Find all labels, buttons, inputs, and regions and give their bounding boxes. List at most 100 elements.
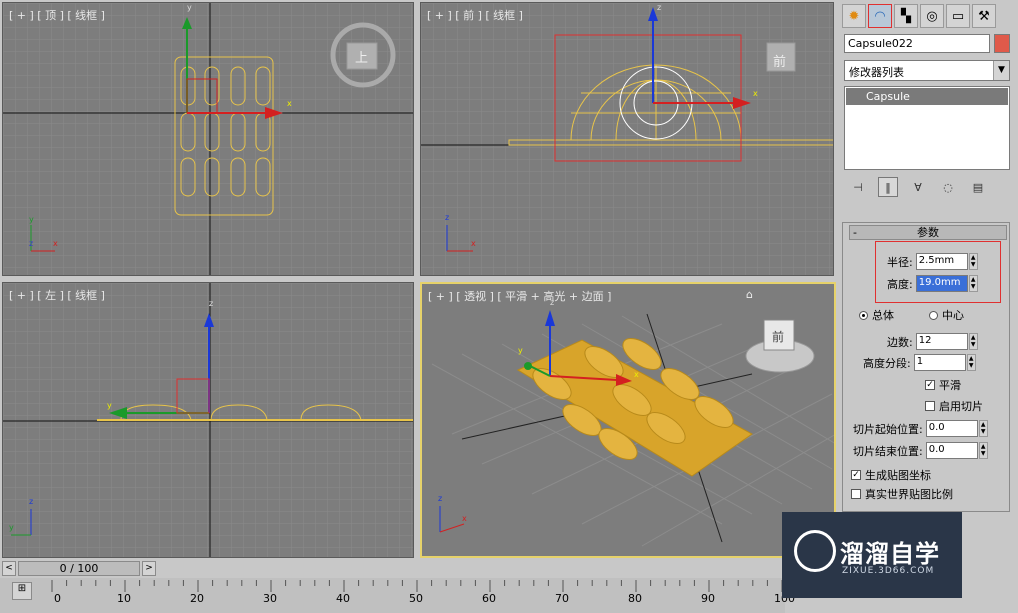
ruler-tick-label: 80 xyxy=(628,592,642,605)
height-spinner[interactable]: ▲ ▼ xyxy=(968,275,978,292)
highlight-box xyxy=(875,241,1001,303)
axis-label-x: x xyxy=(634,370,639,379)
viewport-label[interactable]: [ + ] [ 顶 ] [ 线框 ] xyxy=(9,7,105,23)
modifier-stack[interactable]: Capsule xyxy=(844,86,1010,170)
rollout-title: 参数 xyxy=(917,226,939,239)
center-label: 中心 xyxy=(942,309,964,322)
ruler-tick-label: 10 xyxy=(117,592,131,605)
ruler-tick-label: 0 xyxy=(54,592,61,605)
real-world-label: 真实世界贴图比例 xyxy=(865,488,953,501)
viewport-label[interactable]: [ + ] [ 左 ] [ 线框 ] xyxy=(9,287,105,303)
modify-icon[interactable]: ◠ xyxy=(868,4,892,28)
slice-to-row: 切片结束位置: 0.0 ▲ ▼ xyxy=(853,442,988,459)
pin-stack-icon[interactable]: ⊣ xyxy=(848,177,868,197)
viewport-front[interactable]: [ + ] [ 前 ] [ 线框 ] 前 z x z x xyxy=(420,2,834,276)
radio-center[interactable]: 中心 xyxy=(929,307,964,323)
time-slider[interactable]: < 0 / 100 > xyxy=(2,561,157,576)
viewcube-face[interactable]: 前 xyxy=(772,328,784,345)
stack-toolbar: ⊣ ‖ ∀ ◌ ▤ xyxy=(848,176,1010,198)
display-icon[interactable]: ▭ xyxy=(946,4,970,28)
radius-input[interactable]: 2.5mm xyxy=(915,253,968,270)
axis-label-z: z xyxy=(445,213,450,222)
configure-sets-icon[interactable]: ▤ xyxy=(968,177,988,197)
viewport-left[interactable]: [ + ] [ 左 ] [ 线框 ] z y z y xyxy=(2,282,414,558)
ruler-tick-label: 60 xyxy=(482,592,496,605)
remove-modifier-icon[interactable]: ◌ xyxy=(938,177,958,197)
radio-overall[interactable]: 总体 xyxy=(859,307,894,323)
height-segs-input[interactable]: 1 xyxy=(913,354,966,371)
track-bar[interactable]: ⊞ 0 10 20 30 40 50 60 70 80 90 100 xyxy=(0,578,795,613)
collapse-icon[interactable]: - xyxy=(853,226,857,239)
checkbox[interactable] xyxy=(851,489,861,499)
utilities-icon[interactable]: ⚒ xyxy=(972,4,996,28)
radius-spinner[interactable]: ▲ ▼ xyxy=(968,253,978,270)
height-segs-spinner[interactable]: ▲ ▼ xyxy=(966,354,976,371)
height-row: 高度: 19.0mm ▲ ▼ xyxy=(887,275,978,292)
axis-label-x: x xyxy=(753,89,758,98)
object-color-swatch[interactable] xyxy=(994,34,1010,53)
create-icon[interactable]: ✹ xyxy=(842,4,866,28)
slice-from-row: 切片起始位置: 0.0 ▲ ▼ xyxy=(853,420,988,437)
slice-from-spinner[interactable]: ▲ ▼ xyxy=(978,420,988,437)
checkbox[interactable]: ✓ xyxy=(925,380,935,390)
chevron-down-icon[interactable]: ▼ xyxy=(993,61,1009,80)
time-slider-thumb[interactable]: 0 / 100 xyxy=(18,561,140,576)
checkbox[interactable]: ✓ xyxy=(851,470,861,480)
make-unique-icon[interactable]: ∀ xyxy=(908,177,928,197)
axis-label-y: y xyxy=(9,523,14,532)
modifier-list-label: 修改器列表 xyxy=(849,66,904,79)
slice-to-label: 切片结束位置: xyxy=(853,444,923,458)
axis-label-z: z xyxy=(209,299,214,308)
axis-label-z: z xyxy=(438,494,443,503)
axis-label-z: z xyxy=(657,3,662,12)
height-input[interactable]: 19.0mm xyxy=(915,275,968,292)
sides-label: 边数: xyxy=(887,335,913,349)
axis-label-y: y xyxy=(107,401,112,410)
viewport-grid xyxy=(422,284,834,556)
ruler-tick-label: 20 xyxy=(190,592,204,605)
viewcube-face[interactable]: 上 xyxy=(355,47,368,66)
axis-label-z: z xyxy=(29,239,34,248)
overall-label: 总体 xyxy=(872,309,894,322)
viewport-perspective[interactable]: [ + ] [ 透视 ] [ 平滑 + 高光 + 边面 ] ⌂ 前 z y x … xyxy=(420,282,836,558)
checkbox[interactable] xyxy=(925,401,935,411)
watermark-url: ZIXUE.3D66.COM xyxy=(842,566,935,576)
slice-to-spinner[interactable]: ▲ ▼ xyxy=(978,442,988,459)
viewport-grid xyxy=(421,3,833,275)
slice-on-checkbox[interactable]: 启用切片 xyxy=(925,398,983,414)
ruler-tick-label: 90 xyxy=(701,592,715,605)
rollout-header[interactable]: - 参数 xyxy=(849,225,1007,240)
stack-item-capsule[interactable]: Capsule xyxy=(846,88,1008,105)
watermark-logo: 溜溜自学 ZIXUE.3D66.COM xyxy=(782,512,962,598)
viewport-label[interactable]: [ + ] [ 透视 ] [ 平滑 + 高光 + 边面 ] xyxy=(428,288,611,304)
viewcube-face[interactable]: 前 xyxy=(773,51,786,70)
radio-button[interactable] xyxy=(929,310,938,320)
sides-spinner[interactable]: ▲ ▼ xyxy=(968,333,978,350)
viewport-grid xyxy=(3,283,413,557)
prev-frame-button[interactable]: < xyxy=(2,561,16,576)
radius-label: 半径: xyxy=(887,255,913,269)
gen-map-checkbox[interactable]: ✓ 生成贴图坐标 xyxy=(851,467,931,483)
axis-label-x: x xyxy=(287,99,292,108)
watermark-title: 溜溜自学 xyxy=(840,540,940,568)
next-frame-button[interactable]: > xyxy=(142,561,156,576)
slice-to-input[interactable]: 0.0 xyxy=(925,442,978,459)
smooth-checkbox[interactable]: ✓ 平滑 xyxy=(925,377,961,393)
viewport-top[interactable]: [ + ] [ 顶 ] [ 线框 ] 上 y x y z x xyxy=(2,2,414,276)
real-world-checkbox[interactable]: 真实世界贴图比例 xyxy=(851,486,953,502)
show-end-result-icon[interactable]: ‖ xyxy=(878,177,898,197)
object-name-field[interactable]: Capsule022 xyxy=(844,34,990,53)
viewport-grid xyxy=(3,3,413,275)
radio-button[interactable] xyxy=(859,310,868,320)
sides-input[interactable]: 12 xyxy=(915,333,968,350)
motion-icon[interactable]: ◎ xyxy=(920,4,944,28)
axis-label-y: y xyxy=(518,346,523,355)
modifier-list-dropdown[interactable]: 修改器列表 ▼ xyxy=(844,60,1010,81)
ruler-tick-label: 70 xyxy=(555,592,569,605)
axis-label-z: z xyxy=(550,298,555,307)
hierarchy-icon[interactable]: ▚ xyxy=(894,4,918,28)
viewport-label[interactable]: [ + ] [ 前 ] [ 线框 ] xyxy=(427,7,523,23)
slice-from-input[interactable]: 0.0 xyxy=(925,420,978,437)
home-icon[interactable]: ⌂ xyxy=(746,288,753,301)
sides-row: 边数: 12 ▲ ▼ xyxy=(887,333,978,350)
